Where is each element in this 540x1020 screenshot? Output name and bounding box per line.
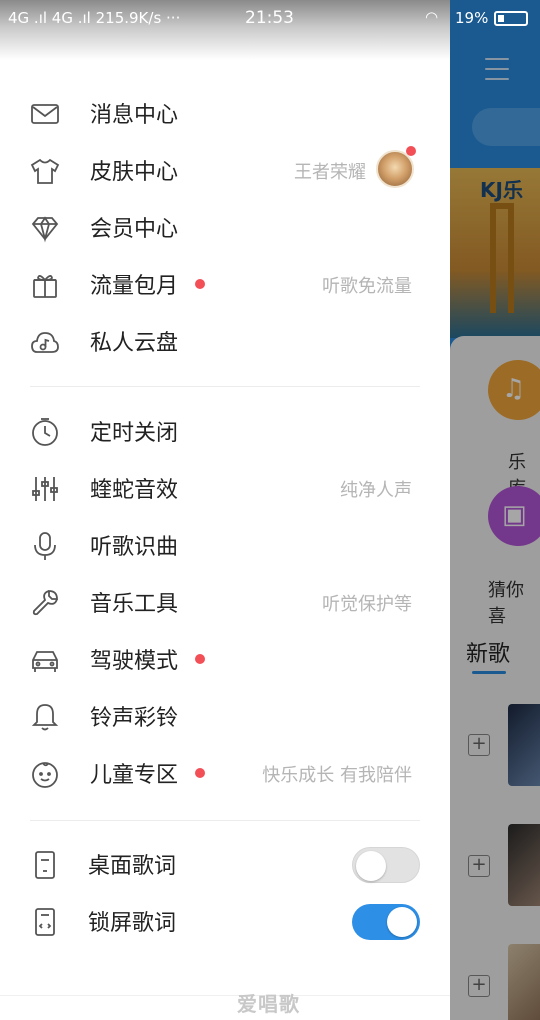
menu-divider [30,386,420,387]
notification-dot [195,279,205,289]
lockscreen-lyrics-toggle[interactable] [352,904,420,940]
watermark: 爱唱歌 [237,992,300,1016]
cloud-music-icon [30,327,60,357]
menu-item-label: 定时关闭 [90,421,179,446]
bottom-divider [0,995,450,996]
menu-item-label: 蝰蛇音效 [90,478,179,503]
wrench-icon [30,588,60,618]
menu-item-hint: 听觉保护等 [322,594,412,615]
menu-item-hint: 纯净人声 [340,480,412,501]
menu-item-label: 私人云盘 [90,331,179,356]
equalizer-icon [30,474,60,504]
menu-item-label: 儿童专区 [90,763,179,788]
dim-overlay[interactable] [450,0,540,1020]
clock: 21:53 [245,8,294,28]
menu-item-messages[interactable]: 消息中心 [0,85,450,142]
menu-item-hint: 快乐成长 有我陪伴 [262,765,412,786]
network-status: 4G .ıl 4G .ıl 215.9K/s ··· [8,9,181,27]
wifi-icon: ◠ [425,8,439,26]
notification-dot [406,146,416,156]
clock-icon [30,417,60,447]
gift-icon [30,270,60,300]
menu-item-desktop-lyrics: 桌面歌词 [0,836,450,893]
bell-icon [30,702,60,732]
baby-icon [30,759,60,789]
menu-item-label: 铃声彩铃 [90,706,179,731]
desktop-lyrics-toggle[interactable] [352,847,420,883]
side-drawer: 消息中心 皮肤中心 王者荣耀 会员中心 流量包月 听歌免流量 私人云盘 定时关闭… [0,0,450,1020]
menu-item-sound-effects[interactable]: 蝰蛇音效 纯净人声 [0,460,450,517]
menu-item-song-recognition[interactable]: 听歌识曲 [0,517,450,574]
menu-item-label: 流量包月 [90,274,179,299]
menu-item-lockscreen-lyrics: 锁屏歌词 [0,893,450,950]
menu-item-label: 桌面歌词 [88,854,177,879]
microphone-icon [30,531,60,561]
status-bar: 4G .ıl 4G .ıl 215.9K/s ··· 21:53 ◠ 19% [0,0,540,36]
shirt-icon [30,156,60,186]
notification-dot [195,654,205,664]
menu-item-label: 皮肤中心 [90,160,179,185]
menu-item-label: 锁屏歌词 [88,911,177,936]
menu-item-kids-zone[interactable]: 儿童专区 快乐成长 有我陪伴 [0,745,450,802]
menu-item-hint: 王者荣耀 [294,162,366,183]
menu-item-label: 听歌识曲 [90,535,179,560]
menu-divider [30,820,420,821]
menu-item-music-tools[interactable]: 音乐工具 听觉保护等 [0,574,450,631]
toggle-knob [356,851,386,881]
menu-item-skins[interactable]: 皮肤中心 王者荣耀 [0,142,450,199]
menu-item-cloud-disk[interactable]: 私人云盘 [0,313,450,370]
notification-dot [195,768,205,778]
menu-item-label: 驾驶模式 [90,649,179,674]
diamond-icon [30,213,60,243]
menu-item-hint: 听歌免流量 [322,276,412,297]
menu-item-data-plan[interactable]: 流量包月 听歌免流量 [0,256,450,313]
menu-item-vip[interactable]: 会员中心 [0,199,450,256]
battery-percent: 19% [455,9,489,27]
lockscreen-lyrics-icon [30,907,60,937]
menu-item-ringtones[interactable]: 铃声彩铃 [0,688,450,745]
menu-item-label: 消息中心 [90,103,179,128]
menu-item-label: 音乐工具 [90,592,179,617]
toggle-knob [387,907,417,937]
menu-item-driving-mode[interactable]: 驾驶模式 [0,631,450,688]
desktop-lyrics-icon [30,850,60,880]
envelope-icon [30,99,60,129]
car-icon [30,645,60,675]
battery-icon [494,11,528,26]
menu-item-label: 会员中心 [90,217,179,242]
menu-item-sleep-timer[interactable]: 定时关闭 [0,403,450,460]
